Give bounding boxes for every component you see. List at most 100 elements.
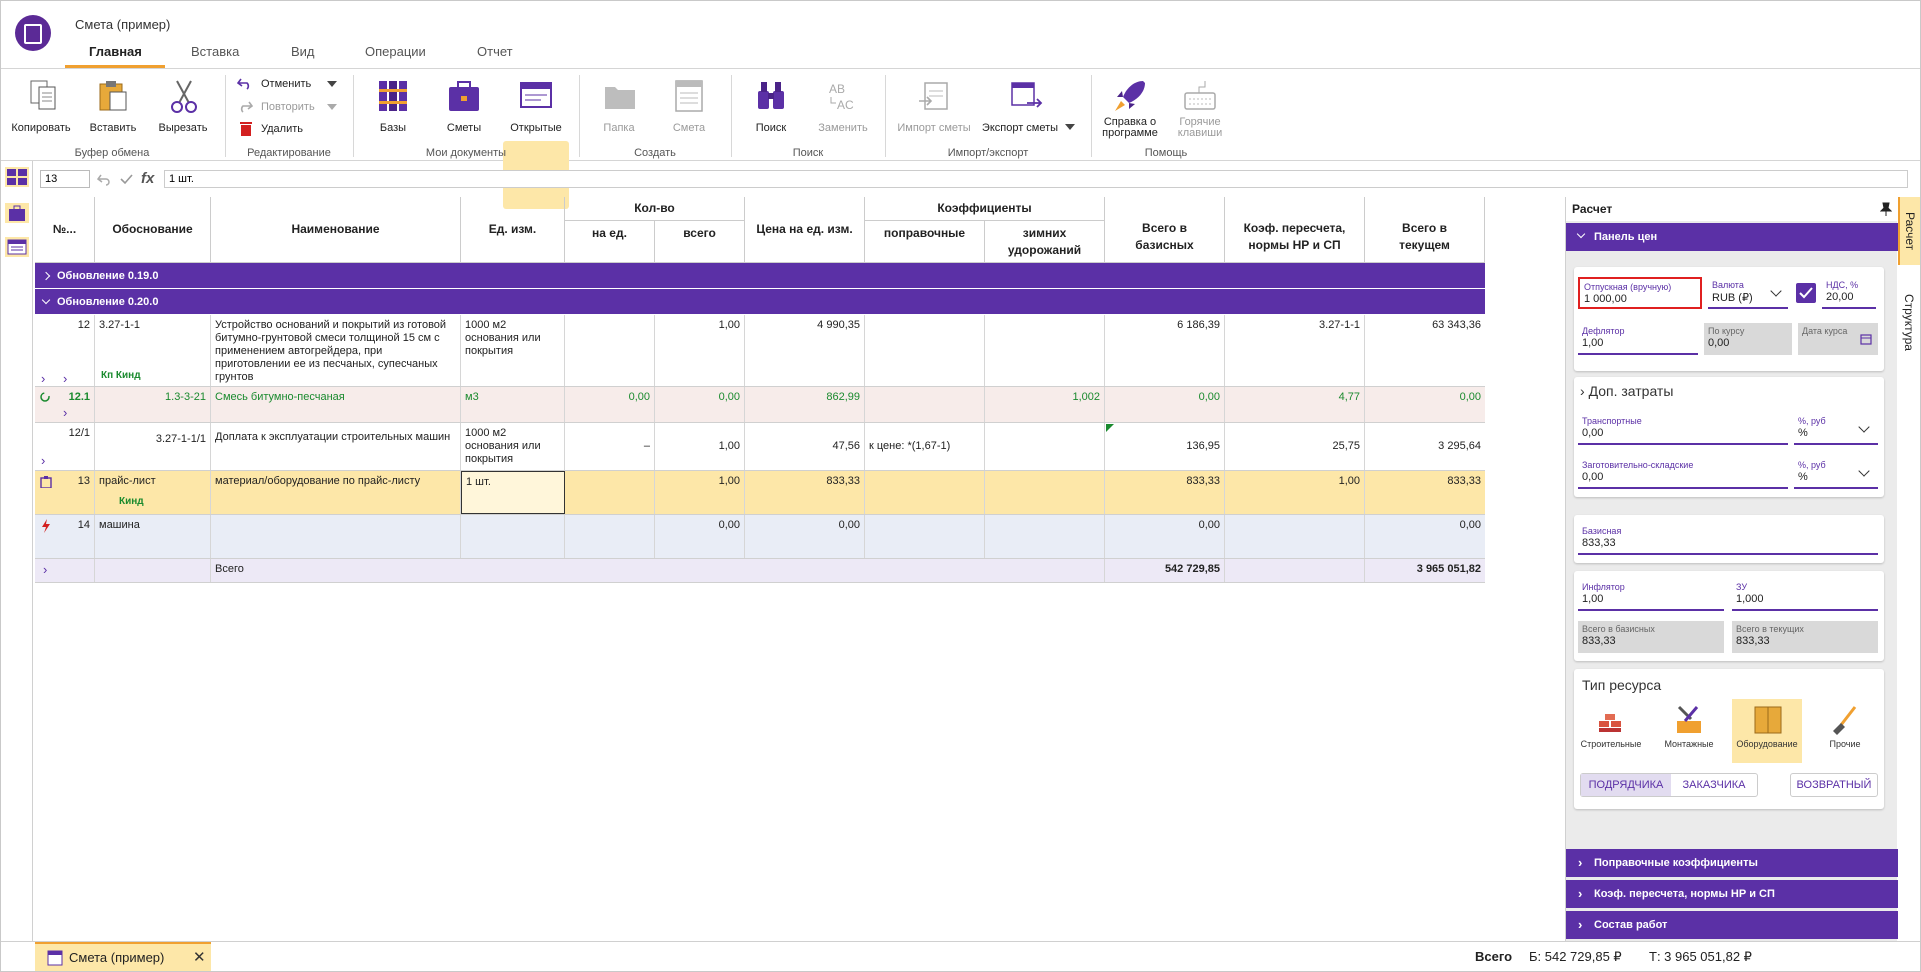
- header-unit[interactable]: Ед. изм.: [461, 197, 565, 263]
- section-work-composition[interactable]: › Состав работ: [1566, 911, 1898, 939]
- copy-button[interactable]: Копировать: [5, 77, 77, 141]
- tab-structure[interactable]: Структура: [1898, 277, 1920, 367]
- header-qty-total[interactable]: всего: [655, 221, 745, 263]
- extra-costs-header[interactable]: › Доп. затраты: [1580, 383, 1673, 399]
- customer-button[interactable]: ЗАКАЗЧИКА: [1671, 774, 1757, 796]
- chevron-right-icon[interactable]: ›: [63, 371, 67, 386]
- comment-marker-icon: [1106, 424, 1114, 432]
- transport-unit-select[interactable]: %, руб%: [1794, 413, 1878, 445]
- tab-insert[interactable]: Вставка: [191, 44, 239, 68]
- cell-total-current: 0,00: [1459, 519, 1481, 531]
- resource-other[interactable]: Прочие: [1810, 703, 1880, 763]
- table-row[interactable]: 12 › › 3.27-1-1 Кп Кинд Устройство основ…: [35, 315, 1485, 387]
- section-correction-coefs[interactable]: › Поправочные коэффициенты: [1566, 849, 1898, 877]
- party-toggle: ПОДРЯДЧИКА ЗАКАЗЧИКА: [1580, 773, 1758, 797]
- new-folder-button[interactable]: Папка: [591, 77, 647, 141]
- paste-button[interactable]: Вставить: [83, 77, 143, 141]
- zu-field[interactable]: ЗУ 1,000: [1732, 579, 1878, 611]
- redo-button[interactable]: Повторить: [237, 99, 343, 117]
- close-icon[interactable]: ✕: [193, 948, 206, 966]
- header-name[interactable]: Наименование: [211, 197, 461, 263]
- cell-qty-total: 0,00: [655, 387, 745, 422]
- basic-price-field[interactable]: Базисная 833,33: [1578, 523, 1878, 555]
- cell-total-current: 3 295,64: [1438, 440, 1481, 452]
- cell-recalc: [1225, 559, 1365, 582]
- release-price-field[interactable]: Отпускная (вручную) 1 000,00: [1578, 277, 1702, 309]
- header-qty-per-unit[interactable]: на ед.: [565, 221, 655, 263]
- deflator-field[interactable]: Дефлятор 1,00: [1578, 323, 1698, 355]
- cut-button[interactable]: Вырезать: [151, 77, 215, 141]
- tab-calc[interactable]: Расчет: [1898, 197, 1920, 265]
- new-estimate-button[interactable]: Смета: [661, 77, 717, 141]
- export-dropdown-icon[interactable]: [1065, 124, 1075, 130]
- storage-unit-select[interactable]: %, руб%: [1794, 457, 1878, 489]
- import-estimate-button[interactable]: Импорт сметы: [893, 77, 975, 141]
- total-row[interactable]: › Всего 542 729,85 3 965 051,82: [35, 559, 1485, 583]
- cell-reference-input[interactable]: [40, 170, 90, 188]
- tab-view[interactable]: Вид: [291, 44, 315, 68]
- header-coef-correction[interactable]: поправочные: [865, 221, 985, 263]
- cell-unit: [461, 515, 565, 558]
- document-list-icon[interactable]: [4, 235, 30, 259]
- vat-checkbox[interactable]: [1796, 283, 1816, 303]
- open-docs-button[interactable]: Открытые: [503, 77, 569, 141]
- vat-field[interactable]: НДС, % 20,00: [1822, 277, 1876, 309]
- briefcase-icon[interactable]: [4, 201, 30, 225]
- chevron-right-icon[interactable]: ›: [63, 405, 67, 420]
- header-recalc-coef[interactable]: Коэф. пересчета, нормы НР и СП: [1225, 197, 1365, 263]
- formula-input[interactable]: [164, 170, 1908, 188]
- tab-operations[interactable]: Операции: [365, 44, 426, 68]
- resource-installation[interactable]: Монтажные: [1654, 703, 1724, 763]
- redo-dropdown-icon[interactable]: [327, 104, 337, 110]
- header-basis[interactable]: Обоснование: [95, 197, 211, 263]
- chevron-down-icon[interactable]: [41, 295, 51, 304]
- storage-field[interactable]: Заготовительно-складские 0,00: [1578, 457, 1788, 489]
- function-icon[interactable]: fx: [141, 170, 154, 187]
- tab-report[interactable]: Отчет: [477, 44, 513, 68]
- app-logo-icon[interactable]: [15, 15, 51, 51]
- search-button[interactable]: Поиск: [743, 77, 799, 141]
- chevron-right-icon[interactable]: ›: [41, 371, 45, 386]
- transport-field[interactable]: Транспортные 0,00: [1578, 413, 1788, 445]
- group-row-update-0200[interactable]: Обновление 0.20.0: [35, 289, 1485, 315]
- resource-construction[interactable]: Строительные: [1576, 703, 1646, 763]
- export-estimate-button[interactable]: Экспорт сметы: [979, 77, 1075, 141]
- estimates-button[interactable]: Сметы: [435, 77, 493, 141]
- chevron-right-icon[interactable]: [41, 271, 51, 280]
- table-row[interactable]: 12/1 › 3.27-1-1/1 Доплата к эксплуатации…: [35, 423, 1485, 471]
- pin-icon[interactable]: [1880, 202, 1892, 216]
- cell-unit: м3: [461, 387, 565, 422]
- delete-button[interactable]: Удалить: [237, 121, 317, 139]
- header-total-base[interactable]: Всего в базисных: [1105, 197, 1225, 263]
- undo-dropdown-icon[interactable]: [327, 81, 337, 87]
- undo-icon[interactable]: [97, 172, 111, 186]
- check-icon[interactable]: [119, 172, 133, 186]
- inflator-field[interactable]: Инфлятор 1,00: [1578, 579, 1724, 611]
- cell-unit-selected[interactable]: 1 шт.: [461, 471, 565, 514]
- header-num[interactable]: №...: [35, 197, 95, 263]
- ribbon: Копировать Вставить Вырезать Буфер обмен…: [1, 69, 1920, 209]
- undo-button[interactable]: Отменить: [237, 76, 343, 94]
- contractor-button[interactable]: ПОДРЯДЧИКА: [1581, 774, 1671, 796]
- table-row[interactable]: 14 машина 0,00 0,00 0,00 0,00: [35, 515, 1485, 559]
- grid-view-icon[interactable]: [4, 165, 30, 189]
- bases-button[interactable]: Базы: [365, 77, 421, 141]
- document-tab[interactable]: Смета (пример) ✕: [35, 942, 211, 971]
- prices-panel-header[interactable]: Панель цен: [1566, 223, 1898, 251]
- section-recalc-coefs[interactable]: › Коэф. пересчета, нормы НР и СП: [1566, 880, 1898, 908]
- ribbon-separator: [1091, 75, 1092, 157]
- replace-button[interactable]: AB AC Заменить: [813, 77, 873, 141]
- about-button[interactable]: Справка о программе: [1097, 77, 1163, 141]
- resource-equipment[interactable]: Оборудование: [1732, 699, 1802, 763]
- hotkeys-button[interactable]: Горячие клавиши: [1167, 77, 1233, 141]
- returnable-button[interactable]: ВОЗВРАТНЫЙ: [1790, 773, 1878, 797]
- header-price[interactable]: Цена на ед. изм.: [745, 197, 865, 263]
- coef-badge: Кинд: [119, 496, 144, 507]
- header-coef-winter[interactable]: зимних удорожаний: [985, 221, 1105, 263]
- currency-select[interactable]: Валюта RUB (₽): [1708, 277, 1788, 309]
- header-total-current[interactable]: Всего в текущем: [1365, 197, 1485, 263]
- table-row[interactable]: 13 прайс-лист Кинд материал/оборудование…: [35, 471, 1485, 515]
- group-row-update-0190[interactable]: Обновление 0.19.0: [35, 263, 1485, 289]
- table-row[interactable]: 12.1 › 1.3-3-21 Смесь битумно-песчаная м…: [35, 387, 1485, 423]
- chevron-right-icon[interactable]: ›: [41, 453, 45, 468]
